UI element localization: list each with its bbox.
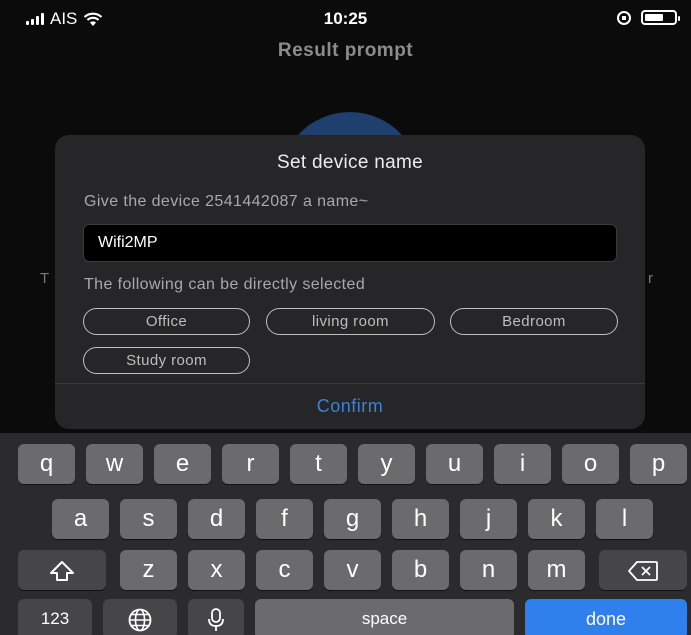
key-c[interactable]: c bbox=[256, 550, 313, 590]
key-m[interactable]: m bbox=[528, 550, 585, 590]
key-s[interactable]: s bbox=[120, 499, 177, 539]
key-z[interactable]: z bbox=[120, 550, 177, 590]
key-k[interactable]: k bbox=[528, 499, 585, 539]
device-name-input[interactable] bbox=[83, 224, 617, 262]
numbers-key[interactable]: 123 bbox=[18, 599, 92, 635]
shift-arrow-icon bbox=[50, 560, 74, 581]
key-h[interactable]: h bbox=[392, 499, 449, 539]
microphone-icon bbox=[208, 607, 224, 631]
key-g[interactable]: g bbox=[324, 499, 381, 539]
space-key[interactable]: space bbox=[255, 599, 514, 635]
dialog-subtitle: Give the device 2541442087 a name~ bbox=[84, 193, 369, 210]
key-b[interactable]: b bbox=[392, 550, 449, 590]
status-time: 10:25 bbox=[323, 9, 368, 28]
chip-study-room[interactable]: Study room bbox=[83, 347, 250, 374]
key-u[interactable]: u bbox=[426, 444, 483, 484]
backspace-icon bbox=[628, 560, 658, 581]
key-w[interactable]: w bbox=[86, 444, 143, 484]
key-j[interactable]: j bbox=[460, 499, 517, 539]
key-f[interactable]: f bbox=[256, 499, 313, 539]
key-r[interactable]: r bbox=[222, 444, 279, 484]
set-device-name-dialog: Set device name Give the device 25414420… bbox=[55, 135, 645, 429]
key-y[interactable]: y bbox=[358, 444, 415, 484]
dialog-title: Set device name bbox=[276, 152, 424, 173]
background-text-fragment-right: r bbox=[648, 270, 653, 287]
orientation-lock-icon bbox=[617, 10, 631, 25]
key-n[interactable]: n bbox=[460, 550, 517, 590]
background-text-fragment-left: T bbox=[40, 270, 50, 287]
key-v[interactable]: v bbox=[324, 550, 381, 590]
globe-key[interactable] bbox=[103, 599, 177, 635]
chip-office[interactable]: Office bbox=[83, 308, 250, 335]
globe-icon bbox=[128, 608, 152, 632]
confirm-button[interactable]: Confirm bbox=[55, 384, 645, 429]
done-key[interactable]: done bbox=[525, 599, 687, 635]
key-t[interactable]: t bbox=[290, 444, 347, 484]
chip-living-room[interactable]: living room bbox=[266, 308, 435, 335]
status-right bbox=[617, 10, 680, 25]
page-title: Result prompt bbox=[277, 40, 414, 61]
key-l[interactable]: l bbox=[596, 499, 653, 539]
key-a[interactable]: a bbox=[52, 499, 109, 539]
keyboard: q w e r t y u i o p a s d f g h j k l z … bbox=[0, 433, 691, 635]
dictation-key[interactable] bbox=[188, 599, 244, 635]
selection-hint: The following can be directly selected bbox=[84, 276, 366, 293]
key-d[interactable]: d bbox=[188, 499, 245, 539]
shift-key[interactable] bbox=[18, 550, 106, 590]
delete-key[interactable] bbox=[599, 550, 687, 590]
chip-bedroom[interactable]: Bedroom bbox=[450, 308, 618, 335]
key-q[interactable]: q bbox=[18, 444, 75, 484]
key-p[interactable]: p bbox=[630, 444, 687, 484]
key-x[interactable]: x bbox=[188, 550, 245, 590]
status-bar: AIS 10:25 bbox=[0, 0, 691, 34]
screen: AIS 10:25 Result prompt T r Set device n… bbox=[0, 0, 691, 635]
key-o[interactable]: o bbox=[562, 444, 619, 484]
key-e[interactable]: e bbox=[154, 444, 211, 484]
battery-icon bbox=[641, 10, 680, 25]
key-i[interactable]: i bbox=[494, 444, 551, 484]
